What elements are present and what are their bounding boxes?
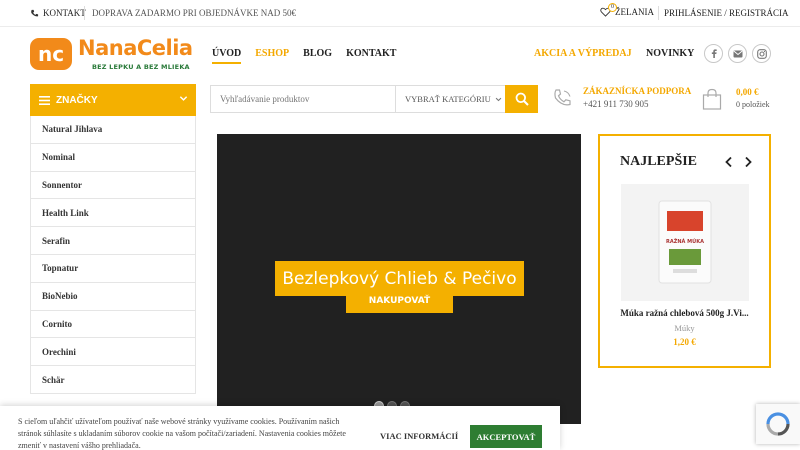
news-link[interactable]: NOVINKY xyxy=(646,48,694,59)
logo-mark-text: nc xyxy=(38,42,64,66)
search-bar: VYBRAŤ KATEGÓRIU xyxy=(210,85,538,113)
best-sellers-title: NAJLEPŠIE xyxy=(620,154,698,169)
search-input[interactable] xyxy=(211,86,395,112)
product-price: 1,20 € xyxy=(673,337,696,347)
cookie-text: S cieľom uľahčiť užívateľom používať naš… xyxy=(18,417,346,450)
nav-contact[interactable]: KONTAKT xyxy=(346,48,396,64)
product-image[interactable]: RAŽNÁ MÚKA xyxy=(621,184,749,301)
chevron-left-icon[interactable] xyxy=(724,156,734,168)
social-links xyxy=(704,44,771,63)
brand-item[interactable]: Schär xyxy=(31,366,195,394)
instagram-icon[interactable] xyxy=(752,44,771,63)
wishlist-label: ŽELANIA xyxy=(615,7,654,17)
accept-cookies-button[interactable]: AKCEPTOVAŤ xyxy=(470,425,542,448)
chevron-right-icon[interactable] xyxy=(743,156,753,168)
brand-item[interactable]: Natural Jihlava xyxy=(31,116,195,144)
login-register-link[interactable]: PRIHLÁSENIE / REGISTRÁCIA xyxy=(664,8,789,18)
support-phone: +421 911 730 905 xyxy=(583,99,649,109)
cookie-banner: S cieľom uľahčiť užívateľom používať naš… xyxy=(0,406,560,450)
shopping-bag-icon xyxy=(702,88,722,110)
more-info-link[interactable]: VIAC INFORMÁCIÍ xyxy=(380,431,458,441)
cart-item-count: 0 položiek xyxy=(736,100,770,109)
free-shipping-note: DOPRAVA ZADARMO PRI OBJEDNÁVKE NAD 50€ xyxy=(92,8,296,18)
site-logo[interactable]: nc NanaCelia BEZ LEPKU A BEZ MLIEKA xyxy=(30,36,193,74)
chevron-down-icon xyxy=(179,96,188,101)
brand-item[interactable]: Serafin xyxy=(31,227,195,255)
brand-item[interactable]: Nominal xyxy=(31,144,195,172)
contact-label: KONTAKT xyxy=(43,8,86,18)
recaptcha-badge[interactable] xyxy=(756,404,800,444)
search-button[interactable] xyxy=(505,85,538,113)
brand-item[interactable]: Cornito xyxy=(31,311,195,339)
logo-name: NanaCelia xyxy=(78,36,193,60)
shop-now-button[interactable]: NAKUPOVAŤ xyxy=(346,289,453,313)
sale-link[interactable]: AKCIA A VÝPREDAJ xyxy=(534,48,632,59)
divider xyxy=(84,6,85,20)
divider xyxy=(658,6,659,20)
nav-eshop[interactable]: ESHOP xyxy=(255,48,289,64)
product-category[interactable]: Múky xyxy=(600,323,769,333)
brand-item[interactable]: BioNebio xyxy=(31,283,195,311)
brands-title: ZNAČKY xyxy=(56,94,98,106)
mail-icon[interactable] xyxy=(728,44,747,63)
recaptcha-icon xyxy=(766,412,790,436)
brands-list: Natural Jihlava Nominal Sonnentor Health… xyxy=(30,116,196,394)
search-icon xyxy=(515,92,529,106)
facebook-icon[interactable] xyxy=(704,44,723,63)
top-bar: KONTAKT DOPRAVA ZADARMO PRI OBJEDNÁVKE N… xyxy=(0,0,800,27)
phone-icon xyxy=(554,89,571,106)
category-select[interactable]: VYBRAŤ KATEGÓRIU xyxy=(395,86,507,112)
phone-icon xyxy=(31,9,39,16)
brands-menu-toggle[interactable]: ZNAČKY xyxy=(30,84,196,116)
brand-item[interactable]: Health Link xyxy=(31,199,195,228)
brand-item[interactable]: Topnatur xyxy=(31,255,195,283)
chevron-down-icon xyxy=(495,97,502,101)
wishlist-count-badge: 0 xyxy=(608,3,617,12)
main-nav: ÚVOD ESHOP BLOG KONTAKT xyxy=(212,48,396,64)
nav-blog[interactable]: BLOG xyxy=(303,48,332,64)
category-select-label: VYBRAŤ KATEGÓRIU xyxy=(405,94,491,104)
package-label: RAŽNÁ MÚKA xyxy=(666,237,704,245)
hamburger-icon xyxy=(39,95,50,105)
brand-item[interactable]: Orechini xyxy=(31,338,195,367)
nav-home[interactable]: ÚVOD xyxy=(212,48,242,64)
hero-slider: Bezlepkový Chlieb & Pečivo NAKUPOVAŤ xyxy=(217,134,581,424)
logo-mark-icon: nc xyxy=(30,38,72,70)
product-name[interactable]: Múka ražná chlebová 500g J.Vi... xyxy=(600,308,769,318)
logo-tagline: BEZ LEPKU A BEZ MLIEKA xyxy=(92,63,190,71)
contact-link[interactable]: KONTAKT xyxy=(30,8,86,18)
wishlist-link[interactable]: 0 ŽELANIA xyxy=(600,3,654,17)
support-title: ZÁKAZNÍCKA PODPORA xyxy=(583,86,692,96)
cart-total: 0,00 € xyxy=(736,87,759,97)
best-sellers: NAJLEPŠIE RAŽNÁ MÚKA Múka ražná chlebová… xyxy=(598,134,771,368)
brand-item[interactable]: Sonnentor xyxy=(31,172,195,200)
